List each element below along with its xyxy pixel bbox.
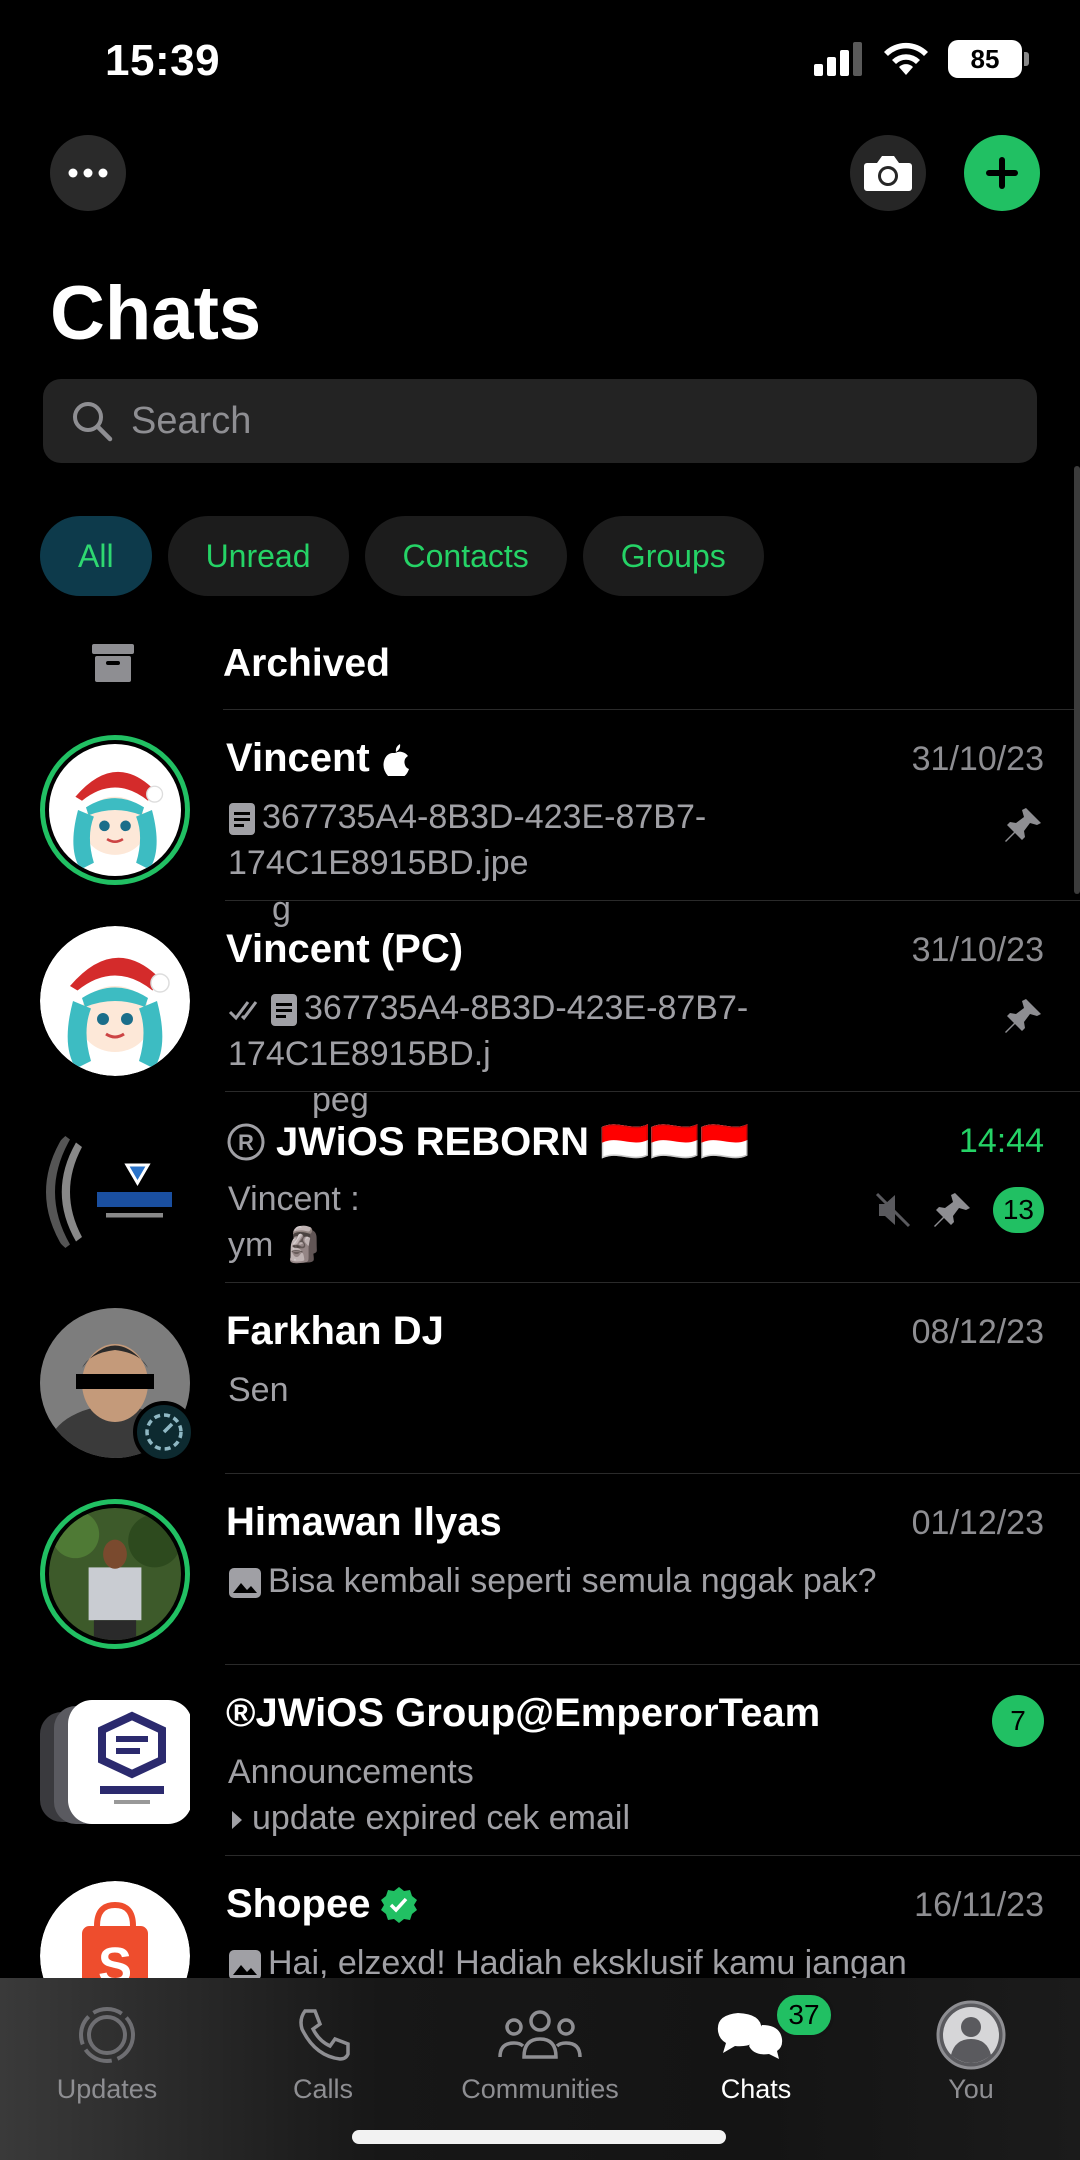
chat-time: 14:44 <box>958 1122 1044 1160</box>
verified-icon <box>381 1886 418 1923</box>
double-check-icon <box>228 1001 258 1021</box>
filter-contacts[interactable]: Contacts <box>364 516 567 596</box>
chat-name: Vincent <box>226 736 410 781</box>
archive-icon <box>92 644 134 682</box>
profile-icon <box>936 2000 1006 2070</box>
tab-updates[interactable]: Updates <box>7 1996 207 2105</box>
chat-time: 31/10/23 <box>911 931 1044 969</box>
chat-name: Himawan Ilyas <box>226 1500 502 1544</box>
chat-preview: Bisa kembali seperti semula nggak pak? <box>228 1558 988 1604</box>
search-placeholder: Search <box>131 399 252 442</box>
communities-icon <box>498 2010 582 2059</box>
chat-subgroup: Announcements <box>228 1753 474 1791</box>
image-icon <box>229 1568 261 1599</box>
signal-icon <box>814 42 862 76</box>
chat-meta <box>1004 996 1044 1036</box>
chat-row-vincent-pc[interactable]: Vincent (PC) 31/10/23 367735A4-8B3D-423E… <box>0 901 1080 1119</box>
wifi-icon <box>884 42 928 75</box>
status-time: 15:39 <box>105 36 221 85</box>
chat-row-jwios-reborn[interactable]: R JWiOS REBORN 🇮🇩🇮🇩🇮🇩 14:44 Vincent : ym… <box>0 1092 1080 1283</box>
filter-groups[interactable]: Groups <box>582 516 764 596</box>
chat-name: Farkhan DJ <box>226 1309 444 1353</box>
pin-icon <box>1005 999 1041 1033</box>
tab-label: Calls <box>292 2074 353 2104</box>
search-icon <box>73 402 113 442</box>
tab-calls[interactable]: Calls <box>223 1996 423 2105</box>
document-icon <box>229 803 255 836</box>
home-indicator[interactable] <box>352 2130 726 2144</box>
scrollbar[interactable] <box>1074 466 1080 894</box>
status-ring-icon <box>133 1401 195 1463</box>
registered-icon: R <box>227 1123 265 1160</box>
chat-time: 08/12/23 <box>911 1313 1044 1351</box>
chat-name: R JWiOS REBORN 🇮🇩🇮🇩🇮🇩 <box>226 1118 750 1165</box>
tab-communities[interactable]: Communities <box>440 1996 640 2105</box>
filter-chips: All Unread Contacts Groups <box>40 516 764 596</box>
chat-time: 16/11/23 <box>914 1886 1044 1924</box>
pin-icon <box>933 1193 970 1227</box>
chat-meta: 7 <box>992 1695 1044 1747</box>
more-options-button[interactable] <box>50 135 126 211</box>
tab-label: Updates <box>56 2074 158 2104</box>
avatar <box>40 1117 190 1267</box>
filter-unread[interactable]: Unread <box>167 516 349 596</box>
tab-label: Chats <box>720 2074 792 2104</box>
avatar-image <box>49 744 181 876</box>
chat-list: Vincent 31/10/23 367735A4-8B3D-423E-87B7… <box>0 710 1080 2047</box>
status-icons: 85 <box>814 40 1029 78</box>
svg-text:R: R <box>238 1130 254 1155</box>
avatar-image <box>40 926 190 1076</box>
more-icon <box>68 168 108 178</box>
battery-indicator: 85 <box>948 40 1029 78</box>
camera-button[interactable] <box>850 135 926 211</box>
chat-preview: Sen <box>228 1371 289 1409</box>
page-title: Chats <box>50 271 262 356</box>
avatar <box>40 1499 190 1649</box>
tab-you[interactable]: You <box>871 1996 1071 2105</box>
status-bar: 15:39 85 <box>0 0 1080 120</box>
archived-label: Archived <box>223 642 390 685</box>
avatar <box>40 735 190 885</box>
avatar <box>40 1308 195 1496</box>
chat-time: 31/10/23 <box>911 740 1044 778</box>
chat-row-himawan-ilyas[interactable]: Himawan Ilyas 01/12/23 Bisa kembali sepe… <box>0 1474 1080 1665</box>
chat-row-jwios-group[interactable]: ®JWiOS Group@EmperorTeam Announcements u… <box>0 1665 1080 1856</box>
updates-icon <box>79 2007 135 2063</box>
unread-badge: 7 <box>992 1695 1044 1747</box>
chat-row-vincent[interactable]: Vincent 31/10/23 367735A4-8B3D-423E-87B7… <box>0 710 1080 928</box>
chat-name: Vincent (PC) <box>226 927 464 971</box>
community-avatar-image <box>40 1700 192 1824</box>
new-chat-button[interactable] <box>964 135 1040 211</box>
search-input[interactable]: Search <box>43 379 1037 463</box>
camera-icon <box>864 156 912 191</box>
caret-right-icon <box>232 1811 242 1830</box>
chat-meta: 13 <box>873 1187 1044 1233</box>
chat-time: 01/12/23 <box>911 1504 1044 1542</box>
tab-label: Communities <box>461 2074 619 2104</box>
avatar <box>40 926 190 1076</box>
chat-preview: Announcements update expired cek email <box>228 1749 988 1841</box>
tab-chats[interactable]: Chats 37 <box>656 1992 856 2105</box>
mute-icon <box>875 1192 910 1228</box>
avatar-image <box>40 1117 190 1267</box>
apple-icon <box>383 743 409 776</box>
archived-row[interactable]: Archived <box>0 620 1080 710</box>
chat-name: Shopee <box>226 1882 418 1927</box>
plus-icon <box>986 157 1018 189</box>
chat-meta <box>1004 805 1044 845</box>
calls-icon <box>299 2009 350 2061</box>
tab-label: You <box>948 2074 994 2104</box>
avatar-image <box>49 1508 181 1640</box>
avatar <box>40 1690 192 1840</box>
pin-icon <box>1005 808 1041 842</box>
document-icon <box>271 994 297 1027</box>
tab-badge: 37 <box>774 1992 834 2038</box>
chat-row-farkhan-dj[interactable]: Farkhan DJ 08/12/23 Sen <box>0 1283 1080 1496</box>
image-icon <box>229 1950 261 1981</box>
filter-all[interactable]: All <box>40 516 152 596</box>
unread-badge: 13 <box>992 1187 1044 1233</box>
chat-name: ®JWiOS Group@EmperorTeam <box>226 1691 821 1735</box>
